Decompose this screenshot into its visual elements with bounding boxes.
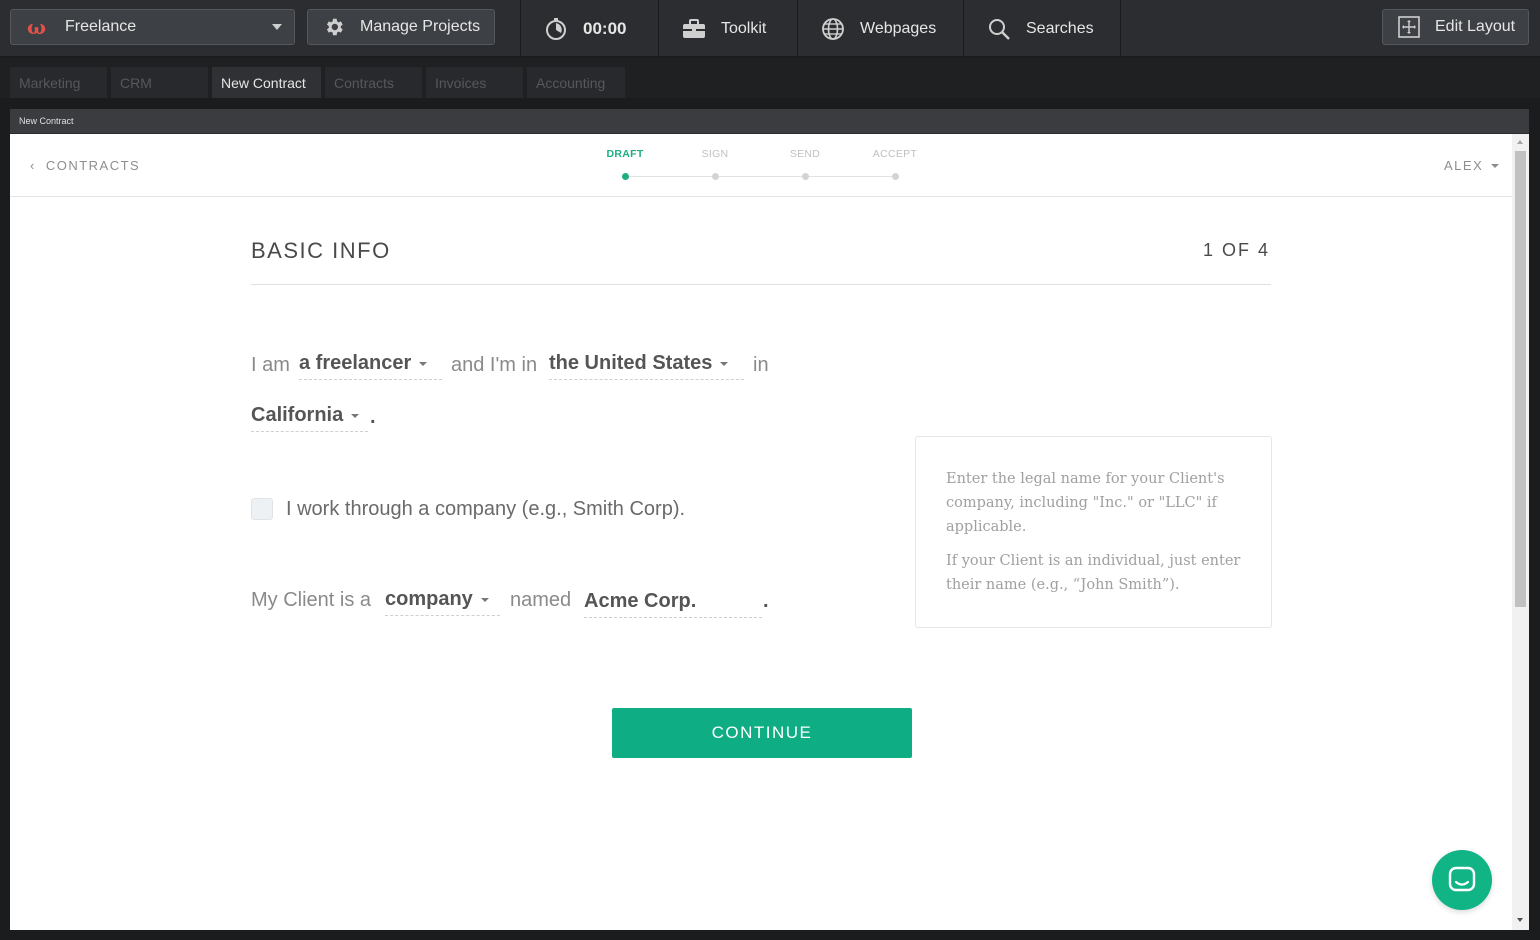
- continue-button[interactable]: CONTINUE: [612, 708, 912, 758]
- user-menu[interactable]: ALEX: [1444, 158, 1500, 173]
- contract-steps: DRAFT SIGN SEND ACCEPT: [600, 148, 940, 188]
- briefcase-icon: [681, 16, 707, 42]
- chevron-left-icon: ‹: [30, 158, 36, 173]
- help-tooltip: Enter the legal name for your Client's c…: [915, 436, 1272, 628]
- divider: [963, 0, 964, 57]
- searches-label: Searches: [1026, 19, 1094, 37]
- divider: [520, 0, 521, 57]
- edit-layout-label: Edit Layout: [1435, 18, 1516, 35]
- state-value: California: [251, 404, 344, 426]
- tab-accounting[interactable]: Accounting: [527, 67, 625, 98]
- user-name: ALEX: [1444, 158, 1484, 173]
- scrollbar[interactable]: [1512, 134, 1529, 930]
- workspace-select[interactable]: ω Freelance: [10, 9, 295, 45]
- sentence-period: .: [370, 406, 376, 428]
- divider: [797, 0, 798, 57]
- step-send[interactable]: SEND: [775, 148, 835, 180]
- steps-line: [625, 176, 895, 177]
- section-progress: 1 OF 4: [1202, 240, 1270, 260]
- sentence-text: in: [753, 354, 769, 376]
- manage-projects-label: Manage Projects: [360, 18, 481, 35]
- contract-panel: ‹ CONTRACTS DRAFT SIGN SEND ACCEPT ALEX …: [10, 134, 1529, 930]
- chevron-down-icon: [720, 361, 729, 366]
- country-dropdown[interactable]: the United States: [549, 350, 744, 380]
- divider: [1120, 0, 1121, 57]
- manage-projects-button[interactable]: Manage Projects: [307, 9, 495, 45]
- step-accept[interactable]: ACCEPT: [865, 148, 925, 180]
- chat-launcher-button[interactable]: [1432, 850, 1492, 910]
- chevron-down-icon: [480, 597, 489, 602]
- step-dot: [802, 173, 809, 180]
- section-title: BASIC INFO: [251, 238, 391, 263]
- scrollbar-thumb[interactable]: [1515, 151, 1526, 607]
- chat-icon: [1448, 866, 1476, 892]
- role-value: a freelancer: [299, 352, 412, 374]
- country-value: the United States: [549, 352, 713, 374]
- stopwatch-icon: [543, 16, 569, 42]
- globe-icon: [820, 16, 846, 42]
- chevron-down-icon: [351, 413, 360, 418]
- tab-new-contract[interactable]: New Contract: [212, 67, 321, 98]
- help-text: If your Client is an individual, just en…: [946, 553, 1241, 593]
- tab-crm[interactable]: CRM: [111, 67, 208, 98]
- layout-icon: [1397, 15, 1421, 39]
- chevron-down-icon: [1491, 163, 1500, 168]
- role-dropdown[interactable]: a freelancer: [299, 350, 442, 380]
- sentence-text: and I'm in: [451, 354, 538, 376]
- tab-marketing[interactable]: Marketing: [10, 67, 107, 98]
- webpages-button[interactable]: Webpages: [820, 0, 936, 57]
- step-dot: [892, 173, 899, 180]
- sentence-text: named: [510, 589, 572, 611]
- searches-button[interactable]: Searches: [986, 0, 1094, 57]
- scroll-up-icon[interactable]: [1517, 140, 1523, 144]
- company-checkbox[interactable]: [251, 498, 273, 520]
- workspace-label: Freelance: [65, 18, 137, 35]
- client-type-value: company: [385, 588, 473, 610]
- chevron-down-icon: [272, 24, 282, 30]
- step-sign[interactable]: SIGN: [685, 148, 745, 180]
- back-to-contracts-link[interactable]: ‹ CONTRACTS: [30, 158, 140, 173]
- search-icon: [986, 16, 1012, 42]
- step-label: SEND: [789, 148, 821, 160]
- workspace-tabs: Marketing CRM New Contract Contracts Inv…: [0, 58, 1540, 98]
- top-toolbar: ω Freelance Manage Projects 00:00 Toolki…: [0, 0, 1540, 57]
- step-label: DRAFT: [606, 148, 644, 160]
- step-dot: [622, 173, 629, 180]
- client-name-input[interactable]: [584, 586, 762, 618]
- tab-contracts[interactable]: Contracts: [325, 67, 422, 98]
- gear-icon: [322, 15, 346, 39]
- contract-header: ‹ CONTRACTS DRAFT SIGN SEND ACCEPT ALEX: [10, 134, 1512, 197]
- company-checkbox-label[interactable]: I work through a company (e.g., Smith Co…: [286, 498, 685, 521]
- client-type-dropdown[interactable]: company: [385, 586, 500, 616]
- chevron-down-icon: [419, 361, 428, 366]
- divider: [658, 0, 659, 57]
- step-draft[interactable]: DRAFT: [595, 148, 655, 180]
- toolkit-label: Toolkit: [721, 19, 767, 37]
- edit-layout-button[interactable]: Edit Layout: [1382, 9, 1529, 45]
- app-logo-icon: ω: [27, 15, 47, 39]
- back-link-label: CONTRACTS: [45, 158, 141, 173]
- scroll-down-icon[interactable]: [1517, 918, 1523, 922]
- sentence-text: My Client is a: [251, 589, 372, 611]
- step-label: ACCEPT: [872, 148, 918, 160]
- tab-invoices[interactable]: Invoices: [426, 67, 523, 98]
- webpages-label: Webpages: [860, 19, 937, 37]
- step-dot: [712, 173, 719, 180]
- step-label: SIGN: [701, 148, 729, 160]
- sentence-period: .: [763, 590, 769, 612]
- divider: [251, 284, 1271, 285]
- help-text: Enter the legal name for your Client's c…: [946, 471, 1225, 535]
- toolkit-button[interactable]: Toolkit: [681, 0, 766, 57]
- panel-title: New Contract: [10, 109, 1529, 134]
- timer-value: 00:00: [583, 18, 627, 38]
- timer-button[interactable]: 00:00: [543, 0, 626, 57]
- sentence-text: I am: [251, 354, 290, 376]
- state-dropdown[interactable]: California: [251, 402, 368, 432]
